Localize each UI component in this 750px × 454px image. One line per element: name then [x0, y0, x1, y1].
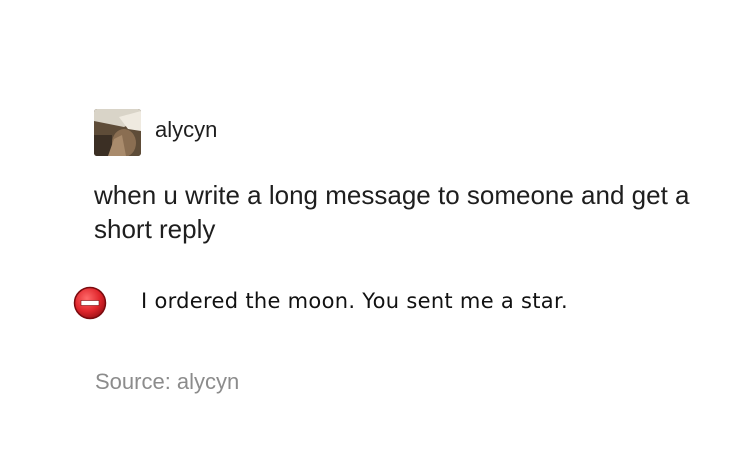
- post-source-link[interactable]: Source: alycyn: [95, 369, 239, 395]
- username[interactable]: alycyn: [155, 117, 217, 143]
- stop-error-icon: [73, 286, 107, 320]
- post-header: alycyn: [94, 108, 714, 156]
- tumblr-post: alycyn when u write a long message to so…: [94, 108, 714, 246]
- error-dialog-line: I ordered the moon. You sent me a star.: [73, 286, 568, 320]
- error-message: I ordered the moon. You sent me a star.: [141, 289, 568, 313]
- avatar[interactable]: [94, 108, 141, 156]
- post-body-text: when u write a long message to someone a…: [94, 180, 690, 244]
- avatar-photo-icon: [94, 108, 141, 156]
